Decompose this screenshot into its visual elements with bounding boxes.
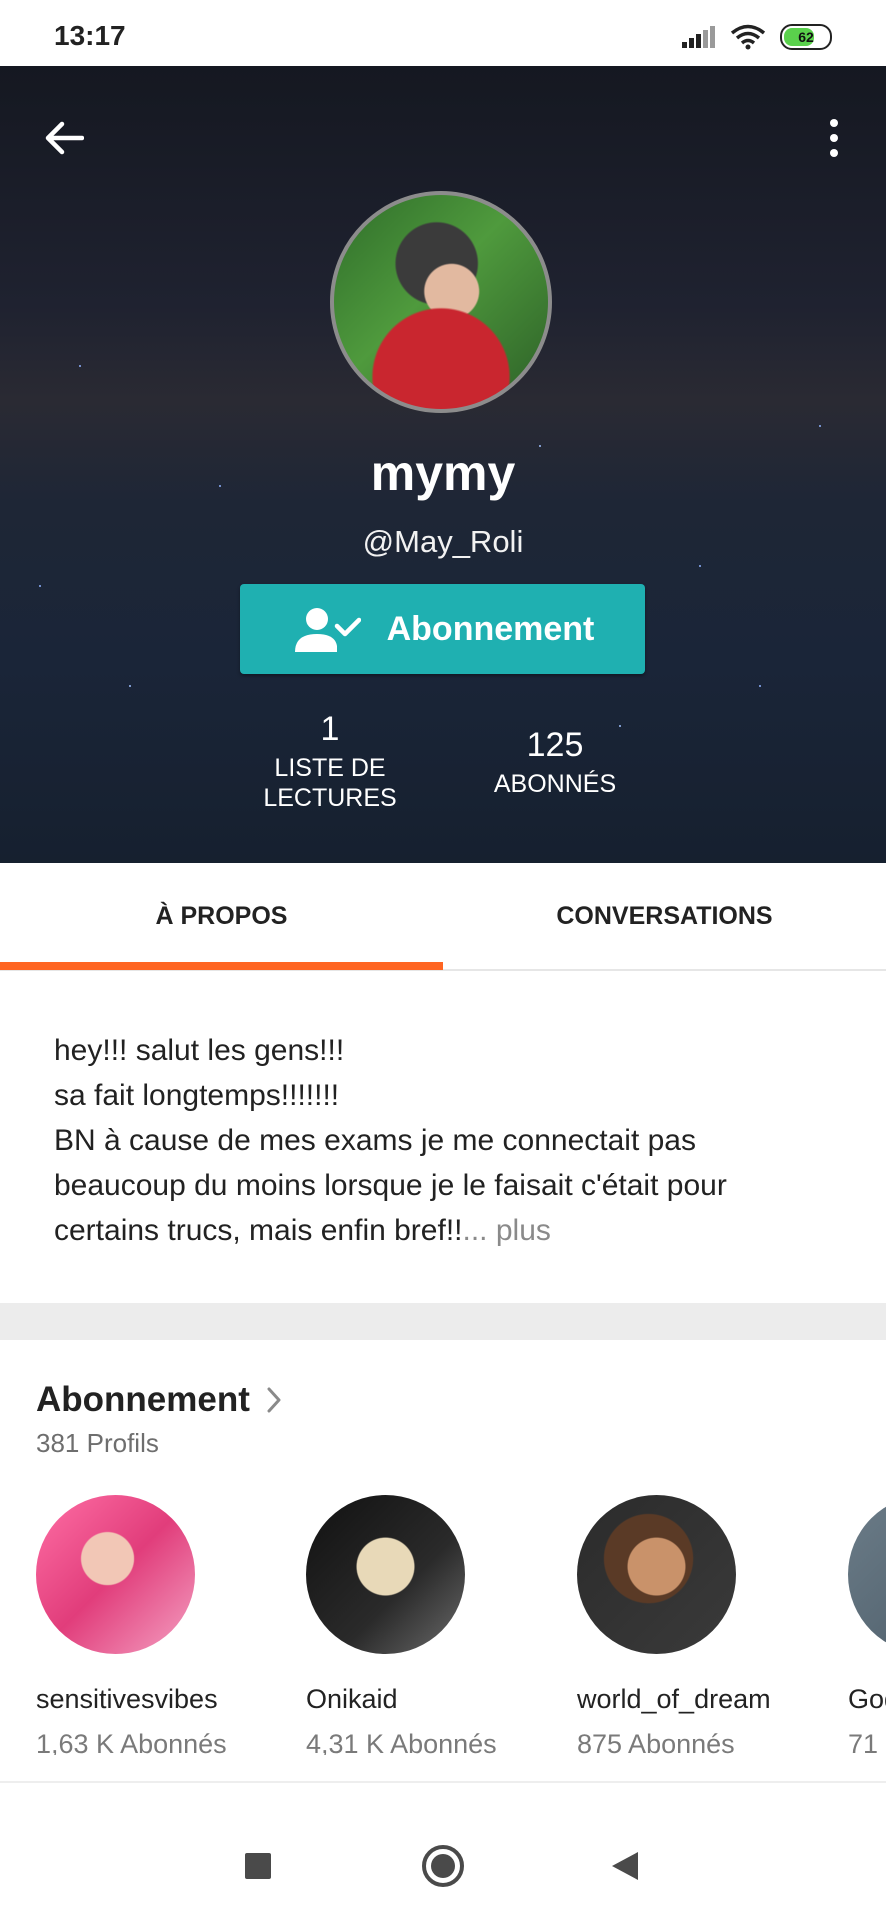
following-profile-card[interactable]: God 71: [848, 1495, 886, 1755]
status-time: 13:17: [54, 20, 126, 51]
profile-avatar: [330, 191, 552, 413]
tab-about[interactable]: À PROPOS: [0, 863, 443, 969]
profile-card-followers: 4,31 K Abonnés: [306, 1729, 497, 1755]
stat-followers-value: 125: [526, 726, 584, 764]
stat-reading-lists[interactable]: 1 LISTE DE LECTURES: [230, 710, 430, 813]
profile-thumbnail: [848, 1495, 886, 1654]
stat-reading-lists-label-2: LECTURES: [263, 784, 397, 812]
following-count: 381 Profils: [36, 1428, 159, 1458]
profile-username: @May_Roli: [362, 524, 524, 559]
system-back-button[interactable]: [575, 1812, 675, 1920]
home-button[interactable]: [393, 1812, 493, 1920]
profile-card-followers: 1,63 K Abonnés: [36, 1729, 227, 1755]
stat-reading-lists-label-1: LISTE DE: [274, 754, 386, 782]
active-tab-indicator: [0, 962, 443, 970]
section-divider: [0, 1781, 886, 1783]
profile-thumbnail: [577, 1495, 736, 1654]
more-options-button[interactable]: [798, 102, 870, 174]
triangle-back-icon: [612, 1852, 638, 1880]
profile-card-followers: 875 Abonnés: [577, 1729, 735, 1755]
profile-card-name: world_of_dream: [577, 1684, 771, 1714]
profile-bio: hey!!! salut les gens!!! sa fait longtem…: [54, 1028, 844, 1253]
following-profile-card[interactable]: Onikaid 4,31 K Abonnés: [306, 1495, 546, 1755]
profile-card-name: sensitivesvibes: [36, 1684, 218, 1714]
battery-indicator: 62: [780, 24, 832, 50]
profile-tabs: À PROPOS CONVERSATIONS: [0, 863, 886, 971]
bio-more-link[interactable]: ... plus: [463, 1214, 551, 1247]
profile-stats: 1 LISTE DE LECTURES 125 ABONNÉS: [0, 710, 886, 830]
tab-conversations[interactable]: CONVERSATIONS: [443, 863, 886, 969]
wifi-icon: [730, 24, 766, 50]
profile-thumbnail: [36, 1495, 195, 1654]
bio-line: hey!!! salut les gens!!!: [54, 1034, 345, 1067]
profile-card-name: God: [848, 1684, 886, 1714]
user-check-icon: [294, 608, 361, 652]
recent-apps-button[interactable]: [208, 1812, 308, 1920]
profile-thumbnail: [306, 1495, 465, 1654]
following-profiles-list: sensitivesvibes 1,63 K Abonnés Onikaid 4…: [0, 1495, 886, 1755]
profile-card-name: Onikaid: [306, 1684, 398, 1714]
more-vertical-icon: [830, 119, 838, 157]
following-profile-card[interactable]: sensitivesvibes 1,63 K Abonnés: [36, 1495, 276, 1755]
back-button[interactable]: [28, 102, 100, 174]
arrow-left-icon: [45, 121, 84, 155]
section-separator: [0, 1303, 886, 1340]
stat-followers[interactable]: 125 ABONNÉS: [470, 726, 640, 799]
profile-display-name: mymy: [370, 445, 516, 501]
stat-reading-lists-value: 1: [320, 710, 340, 748]
bio-line: beaucoup du moins lorsque je le faisait …: [54, 1169, 727, 1202]
system-navigation-bar: [0, 1812, 886, 1920]
following-section-header[interactable]: Abonnement: [36, 1380, 282, 1420]
following-section-title: Abonnement: [36, 1380, 250, 1419]
bio-line: sa fait longtemps!!!!!!!: [54, 1079, 340, 1112]
chevron-right-icon: [267, 1387, 281, 1413]
profile-header: mymy @May_Roli Abonnement 1 LISTE DE LEC…: [0, 66, 886, 863]
bio-line: BN à cause de mes exams je me connectait…: [54, 1124, 696, 1157]
battery-level: 62: [798, 29, 814, 45]
stat-followers-label: ABONNÉS: [493, 770, 617, 798]
following-profile-card[interactable]: world_of_dream 875 Abonnés: [577, 1495, 817, 1755]
square-icon: [245, 1853, 271, 1879]
status-bar: 13:17 62: [0, 0, 886, 66]
status-icons: 62: [682, 24, 832, 50]
following-button[interactable]: Abonnement: [240, 584, 645, 674]
signal-icon: [682, 26, 715, 48]
profile-card-followers: 71: [848, 1729, 879, 1755]
following-button-label: Abonnement: [386, 609, 595, 648]
bio-line: certains trucs, mais enfin bref!!: [54, 1214, 463, 1247]
home-circle-icon: [422, 1845, 464, 1887]
